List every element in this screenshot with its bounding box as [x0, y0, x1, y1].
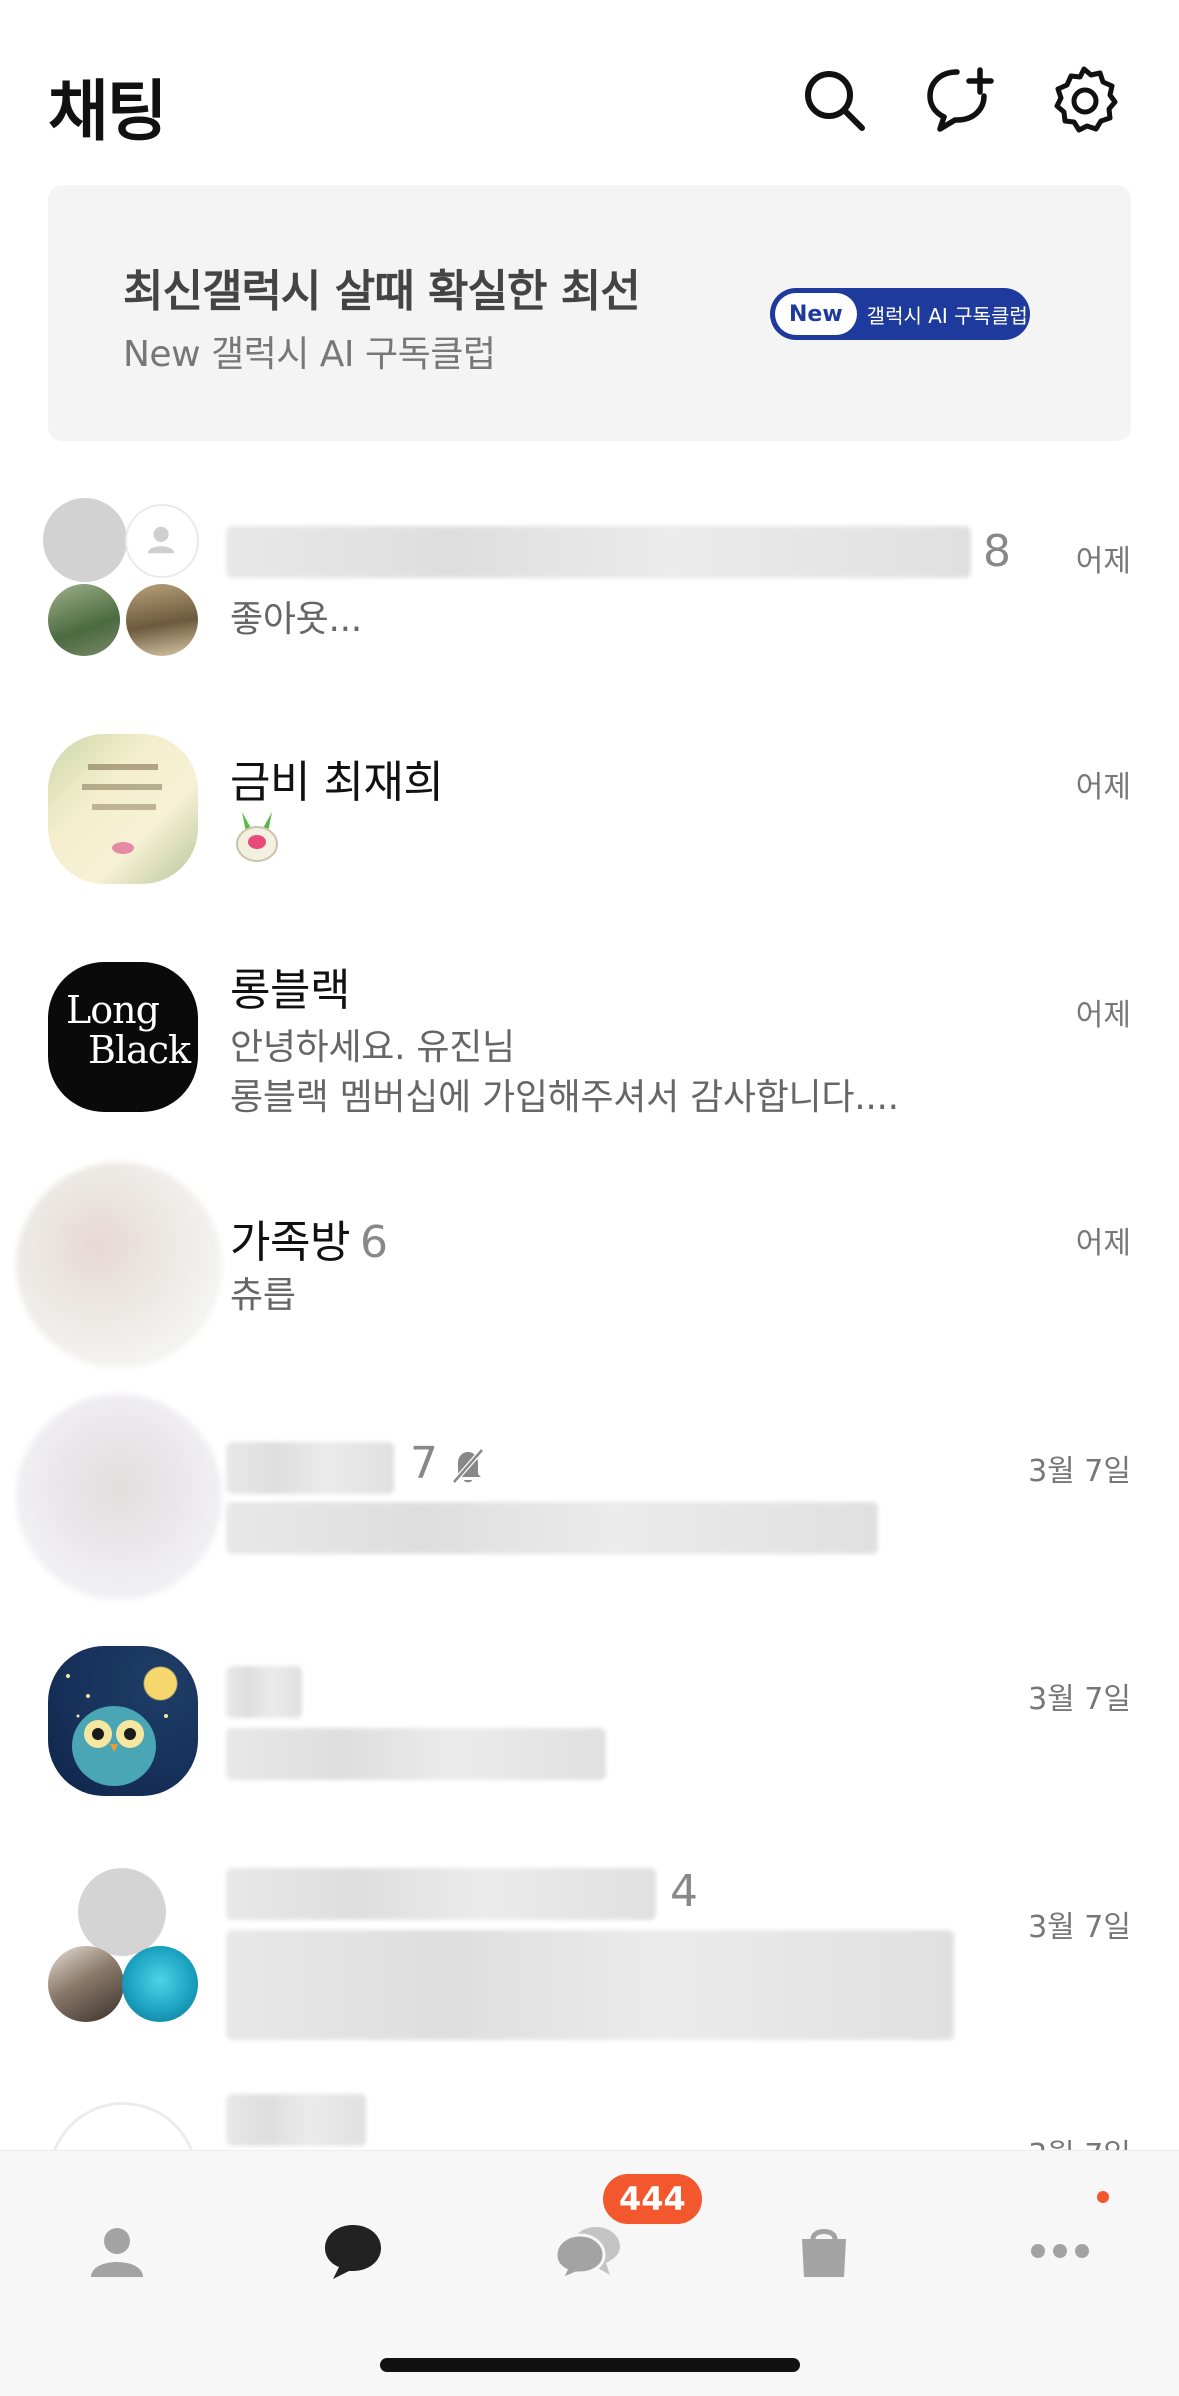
member-count: 7: [410, 1438, 438, 1489]
home-indicator: [380, 2358, 800, 2372]
member-count: 4: [670, 1866, 698, 1917]
friends-tab[interactable]: [67, 2201, 167, 2301]
blurred-name: [226, 1868, 656, 1920]
chats-tab[interactable]: [303, 2201, 403, 2301]
person-icon: [125, 504, 199, 578]
logo-line-2: Black: [88, 1028, 191, 1072]
promo-banner[interactable]: 최신갤럭시 살때 확실한 최선 New 갤럭시 AI 구독클럽 New 갤럭시 …: [48, 185, 1131, 441]
person-icon: [91, 2228, 143, 2277]
chat-name: 금비 최재희: [230, 757, 444, 808]
openchat-icon: [554, 2227, 620, 2281]
logo-line-1: Long: [66, 988, 160, 1032]
chat-row[interactable]: 가족방 6 츄릅 어제: [0, 1162, 1179, 1390]
banner-pill-new: New: [775, 293, 857, 335]
more-tab[interactable]: [1010, 2201, 1110, 2301]
banner-pill-text: 갤럭시 AI 구독클럽: [866, 303, 1028, 328]
search-icon[interactable]: [798, 64, 870, 136]
chat-preview-line2: 롱블랙 멤버십에 가입해주셔서 감사합니다....: [230, 1077, 899, 1118]
openchat-badge: 444: [603, 2174, 702, 2224]
member-count: 6: [359, 1217, 388, 1268]
avatar: [16, 1394, 222, 1600]
chat-time: 어제: [1075, 770, 1131, 805]
blurred-name: [226, 2094, 366, 2146]
blurred-name: [226, 1666, 302, 1718]
blurred-name: [226, 1442, 394, 1494]
sticker-icon: [236, 812, 278, 862]
chat-row[interactable]: 3월 7일: [0, 1618, 1179, 1846]
chat-time: 어제: [1075, 544, 1131, 579]
more-icon: [1031, 2244, 1089, 2258]
chat-time: 어제: [1075, 1226, 1131, 1261]
banner-title: 최신갤럭시 살때 확실한 최선: [123, 266, 641, 317]
shopping-bag-icon: [802, 2229, 846, 2277]
chat-row[interactable]: 금비 최재희 어제: [0, 706, 1179, 934]
chat-time: 3월 7일: [1028, 1682, 1131, 1717]
avatar: [48, 734, 198, 884]
avatar: [48, 1646, 198, 1796]
header: 채팅: [0, 0, 1179, 185]
chat-time: 어제: [1075, 998, 1131, 1033]
blurred-preview: [226, 1728, 606, 1780]
blurred-preview: [226, 1502, 878, 1554]
chat-row[interactable]: 8 좋아욧... 어제: [0, 478, 1179, 706]
member-count: 8: [983, 526, 1011, 577]
banner-pill: New 갤럭시 AI 구독클럽: [770, 288, 1030, 340]
chat-time: 3월 7일: [1028, 1910, 1131, 1945]
chat-preview: 안녕하세요. 유진님: [230, 1027, 515, 1068]
chat-preview: 좋아욧...: [230, 599, 362, 640]
blurred-preview: [226, 1930, 954, 2040]
chat-name: 가족방 6: [230, 1217, 388, 1268]
page-title: 채팅: [48, 73, 167, 150]
chat-row[interactable]: 4 3월 7일: [0, 1846, 1179, 2074]
gear-icon[interactable]: [1048, 64, 1120, 136]
shopping-tab[interactable]: [774, 2201, 874, 2301]
avatar: [16, 1162, 222, 1368]
chat-row[interactable]: 7 3월 7일: [0, 1390, 1179, 1618]
chat-time: 3월 7일: [1028, 1454, 1131, 1489]
owl-icon: [66, 1674, 168, 1786]
chat-name: 롱블랙: [230, 965, 350, 1016]
blurred-name: [226, 526, 971, 578]
chat-bubble-icon: [325, 2225, 381, 2279]
banner-subtitle: New 갤럭시 AI 구독클럽: [123, 334, 496, 375]
mute-icon: [452, 1448, 484, 1484]
chat-preview: 츄릅: [230, 1275, 296, 1316]
long-black-logo: Long Black: [48, 962, 198, 1112]
notification-dot: [1097, 2191, 1109, 2203]
new-chat-icon[interactable]: [924, 64, 996, 136]
chat-row[interactable]: Long Black 롱블랙 안녕하세요. 유진님 롱블랙 멤버십에 가입해주셔…: [0, 934, 1179, 1162]
